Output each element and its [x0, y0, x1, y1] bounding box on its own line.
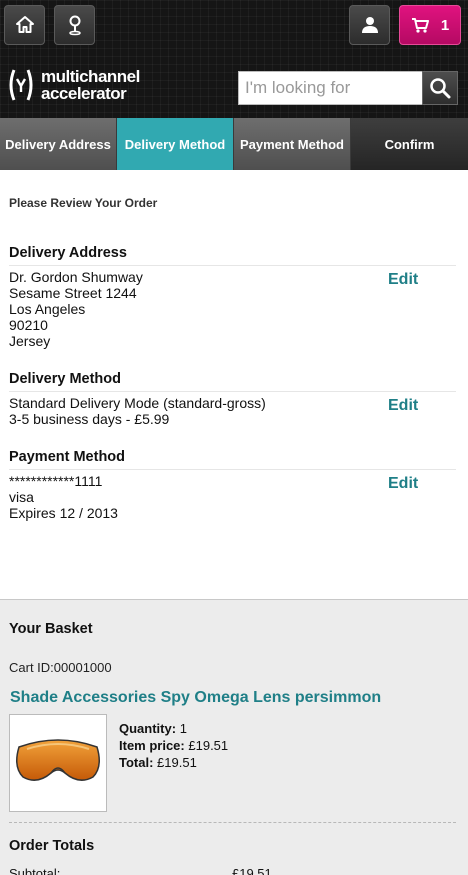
- logo-line-2: accelerator: [41, 84, 127, 103]
- search-button[interactable]: [422, 71, 458, 105]
- payment-method-section: Payment Method ************1111 visa Exp…: [9, 449, 456, 521]
- logo[interactable]: multichannel accelerator: [7, 68, 140, 102]
- delivery-method-heading: Delivery Method: [9, 371, 456, 392]
- card-expiry: Expires 12 / 2013: [9, 505, 118, 521]
- address-line: 90210: [9, 317, 48, 333]
- edit-payment-method-link[interactable]: Edit: [388, 475, 418, 493]
- product-image[interactable]: [9, 714, 107, 812]
- subtotal-value: £19.51: [232, 866, 272, 875]
- quantity-value: 1: [179, 721, 187, 736]
- product-info: Quantity: 1 Item price: £19.51 Total: £1…: [119, 720, 228, 771]
- store-locator-icon: [68, 15, 81, 36]
- review-title: Please Review Your Order: [9, 196, 158, 210]
- search-bar: [238, 71, 458, 105]
- cart-button[interactable]: 1: [399, 5, 461, 45]
- account-button[interactable]: [349, 5, 390, 45]
- step-confirm[interactable]: Confirm: [351, 118, 468, 170]
- edit-delivery-address-link[interactable]: Edit: [388, 271, 418, 289]
- search-input[interactable]: [238, 71, 422, 105]
- address-line: Jersey: [9, 333, 51, 349]
- goggle-lens-icon: [16, 739, 100, 781]
- delivery-method-section: Delivery Method Standard Delivery Mode (…: [9, 371, 456, 427]
- order-totals-title: Order Totals: [9, 838, 95, 854]
- cart-id: Cart ID:00001000: [9, 660, 112, 675]
- delivery-address-section: Delivery Address Dr. Gordon Shumway Sesa…: [9, 245, 456, 349]
- basket-title: Your Basket: [9, 621, 93, 637]
- basket-panel: Your Basket Cart ID:00001000 Shade Acces…: [0, 599, 468, 875]
- quantity-row: Quantity: 1: [119, 721, 187, 736]
- payment-method-heading: Payment Method: [9, 449, 456, 470]
- item-price-row: Item price: £19.51: [119, 738, 229, 753]
- cart-icon: [411, 18, 429, 33]
- logo-mark-icon: [9, 69, 33, 101]
- divider: [9, 822, 456, 823]
- search-icon: [430, 78, 451, 99]
- step-delivery-method[interactable]: Delivery Method: [117, 118, 234, 170]
- account-icon: [361, 17, 378, 33]
- home-icon: [15, 16, 34, 33]
- home-button[interactable]: [4, 5, 45, 45]
- total-row: Total: £19.51: [119, 755, 197, 770]
- logo-mark: [7, 68, 35, 102]
- subtotal-label: Subtotal:: [9, 866, 61, 875]
- cart-count: 1: [440, 16, 450, 34]
- logo-line-1: multichannel: [41, 67, 140, 86]
- delivery-address-heading: Delivery Address: [9, 245, 456, 266]
- step-delivery-address[interactable]: Delivery Address: [0, 118, 117, 170]
- step-payment-method[interactable]: Payment Method: [234, 118, 351, 170]
- checkout-steps: Delivery Address Delivery Method Payment…: [0, 118, 468, 170]
- item-price-value: £19.51: [188, 738, 229, 753]
- product-name-link[interactable]: Shade Accessories Spy Omega Lens persimm…: [10, 689, 381, 707]
- address-line: Los Angeles: [9, 301, 86, 317]
- store-locator-button[interactable]: [54, 5, 95, 45]
- total-value: £19.51: [157, 755, 197, 770]
- top-bar: 1 multichannel accelerator: [0, 0, 468, 118]
- edit-delivery-method-link[interactable]: Edit: [388, 397, 418, 415]
